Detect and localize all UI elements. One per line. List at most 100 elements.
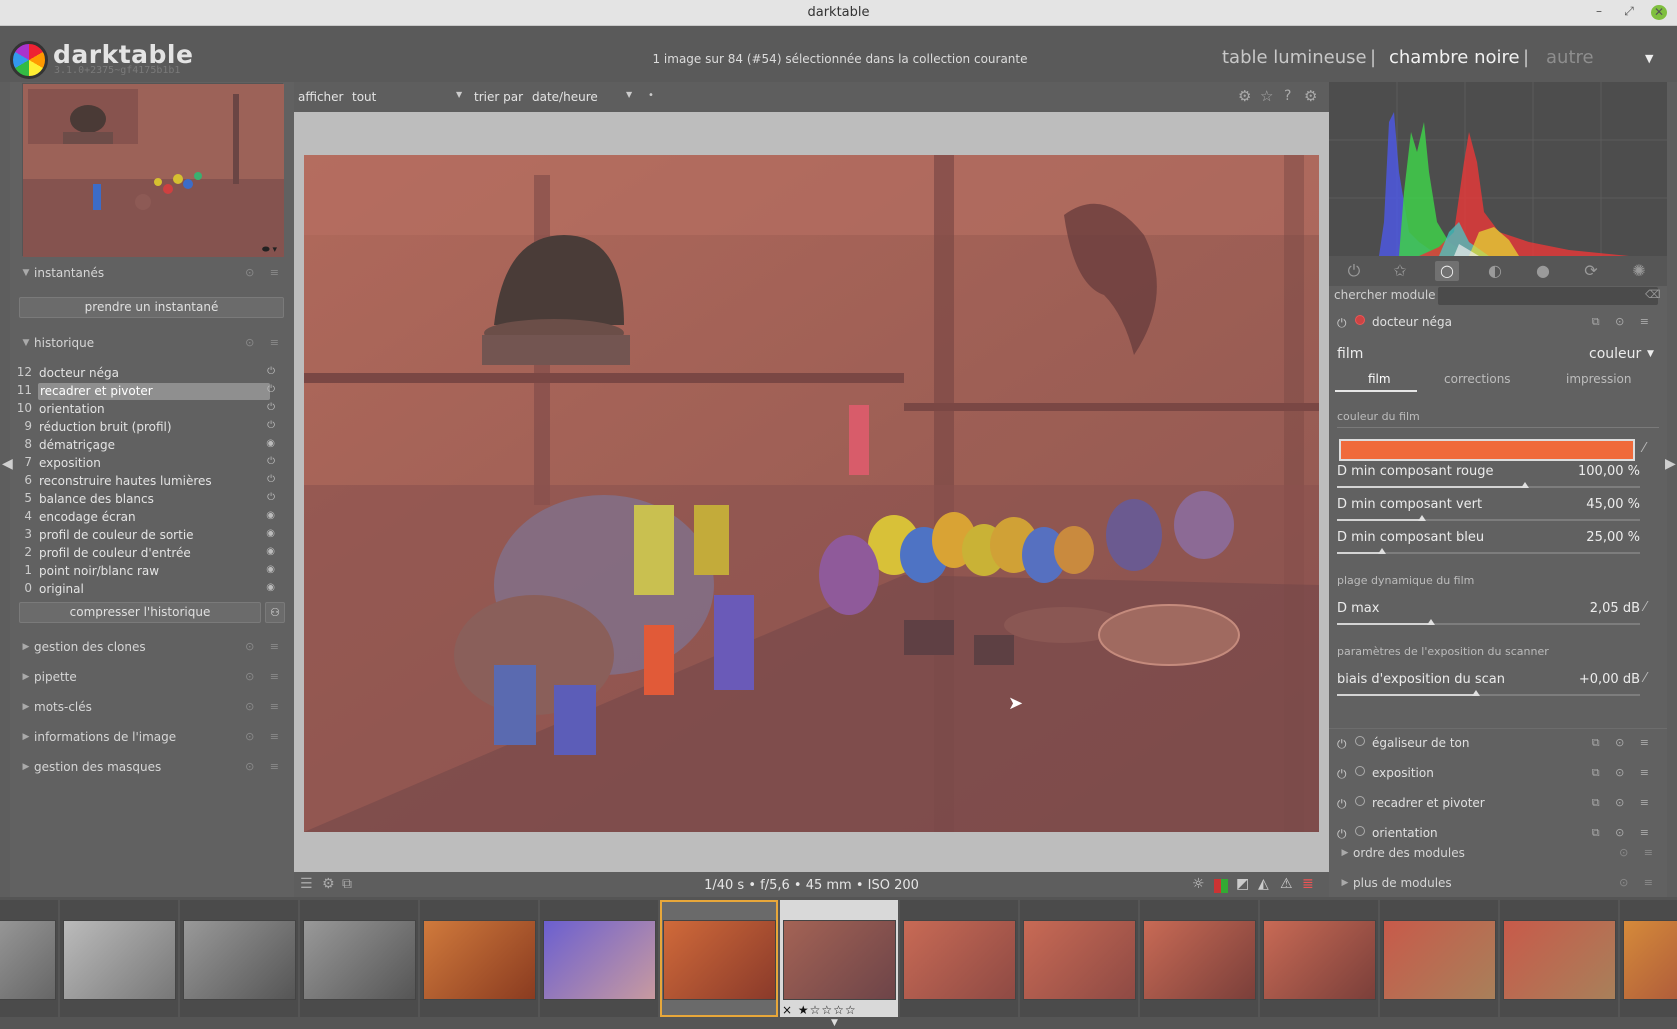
take-snapshot-button[interactable]: prendre un instantané xyxy=(19,297,284,318)
chevron-down-icon[interactable]: ▼ xyxy=(626,90,632,99)
power-icon[interactable]: ⏻ xyxy=(1337,827,1347,842)
bottom-section-header[interactable]: ▶ ordre des modules ⊙ ≡ xyxy=(1337,842,1659,864)
view-lighttable[interactable]: table lumineuse xyxy=(1222,47,1367,68)
power-icon[interactable]: ⏻ xyxy=(1337,737,1347,752)
tab-print[interactable]: impression xyxy=(1566,372,1631,386)
navigation-thumbnail[interactable] xyxy=(22,83,284,257)
views-dropdown-icon[interactable]: ▼ xyxy=(1645,52,1653,65)
filmstrip-thumbnail[interactable] xyxy=(183,920,296,1000)
histogram[interactable] xyxy=(1329,82,1667,256)
color-group-icon[interactable]: ● xyxy=(1531,261,1555,281)
history-item[interactable]: 0 original ◉ xyxy=(10,581,285,599)
history-item[interactable]: 4 encodage écran ◉ xyxy=(10,509,285,527)
history-item[interactable]: 6 reconstruire hautes lumières ⏻ xyxy=(10,473,285,491)
chevron-down-icon[interactable]: ▼ xyxy=(1647,349,1654,359)
section-reset-icon[interactable]: ⊙ ≡ xyxy=(1619,846,1659,859)
module-header[interactable]: ⏻ exposition ⧉ ⊙ ≡ xyxy=(1329,761,1667,789)
history-style-icon[interactable]: ⚇ xyxy=(265,602,285,623)
slider-handle[interactable] xyxy=(1378,548,1387,554)
history-item[interactable]: 2 profil de couleur d'entrée ◉ xyxy=(10,545,285,563)
history-item[interactable]: 10 orientation ⏻ xyxy=(10,401,285,419)
slider-track[interactable] xyxy=(1337,690,1640,696)
color-picker-icon[interactable]: ⁄ xyxy=(1644,600,1646,615)
filmstrip-thumbnail[interactable] xyxy=(1503,920,1616,1000)
film-type-select[interactable]: couleur xyxy=(1589,346,1641,362)
history-item[interactable]: 1 point noir/blanc raw ◉ xyxy=(10,563,285,581)
filmstrip-thumbnail[interactable] xyxy=(543,920,656,1000)
slider-track[interactable] xyxy=(1337,548,1640,554)
film-color-swatch[interactable] xyxy=(1339,439,1635,461)
history-section-header[interactable]: ▼ historique ⊙ ≡ xyxy=(18,332,293,354)
module-actions-icon[interactable]: ⧉ ⊙ ≡ xyxy=(1592,736,1655,750)
filmstrip-thumbnail[interactable] xyxy=(1623,920,1677,1000)
history-item[interactable]: 5 balance des blancs ⏻ xyxy=(10,491,285,509)
minimize-icon[interactable]: – xyxy=(1591,4,1607,18)
section-reset-icon[interactable]: ⊙ ≡ xyxy=(245,700,285,713)
module-actions-icon[interactable]: ⧉ ⊙ ≡ xyxy=(1592,766,1655,780)
modules-scroll[interactable]: ⏻ égaliseur de ton ⧉ ⊙ ≡ ⏻ exposition ⧉ ⊙ ≡ ⏻ r… xyxy=(0,731,1677,843)
maximize-icon[interactable]: ⤢ xyxy=(1621,4,1637,19)
filmstrip-thumbnail[interactable] xyxy=(903,920,1016,1000)
bottom-section-header[interactable]: ▶ plus de modules ⊙ ≡ xyxy=(1337,872,1659,894)
favorites-icon[interactable]: ✩ xyxy=(1388,261,1412,281)
basic-group-icon[interactable]: ○ xyxy=(1435,261,1459,281)
effect-group-icon[interactable]: ✺ xyxy=(1627,261,1651,281)
history-item[interactable]: 7 exposition ⏻ xyxy=(10,455,285,473)
collapsed-section-header[interactable]: ▶ pipette ⊙ ≡ xyxy=(18,666,293,688)
power-icon[interactable]: ⏻ xyxy=(1342,261,1366,281)
module-actions-icon[interactable]: ⧉ ⊙ ≡ xyxy=(1592,796,1655,810)
sort-order-icon[interactable]: • xyxy=(648,90,654,101)
filmstrip-thumbnail[interactable] xyxy=(1143,920,1256,1000)
filmstrip-thumbnail[interactable] xyxy=(0,920,56,1000)
filmstrip-thumbnail[interactable] xyxy=(663,920,776,1000)
section-reset-icon[interactable]: ⊙ ≡ xyxy=(245,266,285,279)
filmstrip-thumbnail[interactable] xyxy=(303,920,416,1000)
slider-handle[interactable] xyxy=(1520,482,1529,488)
search-input[interactable] xyxy=(1438,287,1658,305)
section-reset-icon[interactable]: ⊙ ≡ xyxy=(245,336,285,349)
history-item[interactable]: 3 profil de couleur de sortie ◉ xyxy=(10,527,285,545)
slider-track[interactable] xyxy=(1337,619,1640,625)
star-icon[interactable]: ☆ xyxy=(1260,87,1273,105)
show-select[interactable]: tout xyxy=(352,90,376,104)
rating-stars[interactable]: × ★☆☆☆☆ xyxy=(782,1003,857,1017)
section-reset-icon[interactable]: ⊙ ≡ xyxy=(245,670,285,683)
module-actions-icon[interactable]: ⧉ ⊙ ≡ xyxy=(1592,315,1655,329)
tone-group-icon[interactable]: ◐ xyxy=(1483,261,1507,281)
color-picker-icon[interactable]: ⁄ xyxy=(1643,441,1645,456)
slider-handle[interactable] xyxy=(1472,690,1481,696)
grouping-icon[interactable]: ⚙ xyxy=(1238,87,1251,105)
clear-search-icon[interactable]: ⌫ xyxy=(1645,288,1661,301)
left-panel-toggle-icon[interactable]: ◀ xyxy=(2,456,13,472)
filmstrip-thumbnail[interactable] xyxy=(1263,920,1376,1000)
history-item[interactable]: 12 docteur néga ⏻ xyxy=(10,365,285,383)
gear-icon[interactable]: ⚙ xyxy=(1304,87,1317,105)
sort-select[interactable]: date/heure xyxy=(532,90,598,104)
close-icon[interactable]: ✕ xyxy=(1651,5,1667,20)
module-header-negadoctor[interactable]: ⏻ docteur néga ⧉ ⊙ ≡ xyxy=(1329,310,1667,338)
module-actions-icon[interactable]: ⧉ ⊙ ≡ xyxy=(1592,826,1655,840)
snapshots-section-header[interactable]: ▼ instantanés ⊙ ≡ xyxy=(18,262,293,284)
power-icon[interactable]: ⏻ xyxy=(1337,316,1347,331)
power-icon[interactable]: ⏻ xyxy=(1337,767,1347,782)
slider-handle[interactable] xyxy=(1417,515,1426,521)
tab-corrections[interactable]: corrections xyxy=(1444,372,1511,386)
color-picker-icon[interactable]: ⁄ xyxy=(1644,671,1646,686)
collapsed-section-header[interactable]: ▶ mots-clés ⊙ ≡ xyxy=(18,696,293,718)
chevron-down-icon[interactable]: ▼ xyxy=(456,90,462,99)
slider-track[interactable] xyxy=(1337,482,1640,488)
correct-group-icon[interactable]: ⟳ xyxy=(1579,261,1603,281)
right-panel-toggle-icon[interactable]: ▶ xyxy=(1665,456,1676,472)
collapse-bottom-icon[interactable]: ▼ xyxy=(831,1018,838,1028)
compress-history-button[interactable]: compresser l'historique xyxy=(19,602,261,623)
filmstrip-thumbnail[interactable] xyxy=(783,920,896,1000)
section-reset-icon[interactable]: ⊙ ≡ xyxy=(245,640,285,653)
module-header[interactable]: ⏻ égaliseur de ton ⧉ ⊙ ≡ xyxy=(1329,731,1667,759)
navigation-zoom-icon[interactable]: ⬬ ▾ xyxy=(262,245,277,255)
view-other[interactable]: autre xyxy=(1546,47,1594,68)
module-header[interactable]: ⏻ recadrer et pivoter ⧉ ⊙ ≡ xyxy=(1329,791,1667,819)
slider-handle[interactable] xyxy=(1426,619,1435,625)
filmstrip-thumbnail[interactable] xyxy=(1383,920,1496,1000)
section-reset-icon[interactable]: ⊙ ≡ xyxy=(1619,876,1659,889)
filmstrip-thumbnail[interactable] xyxy=(63,920,176,1000)
